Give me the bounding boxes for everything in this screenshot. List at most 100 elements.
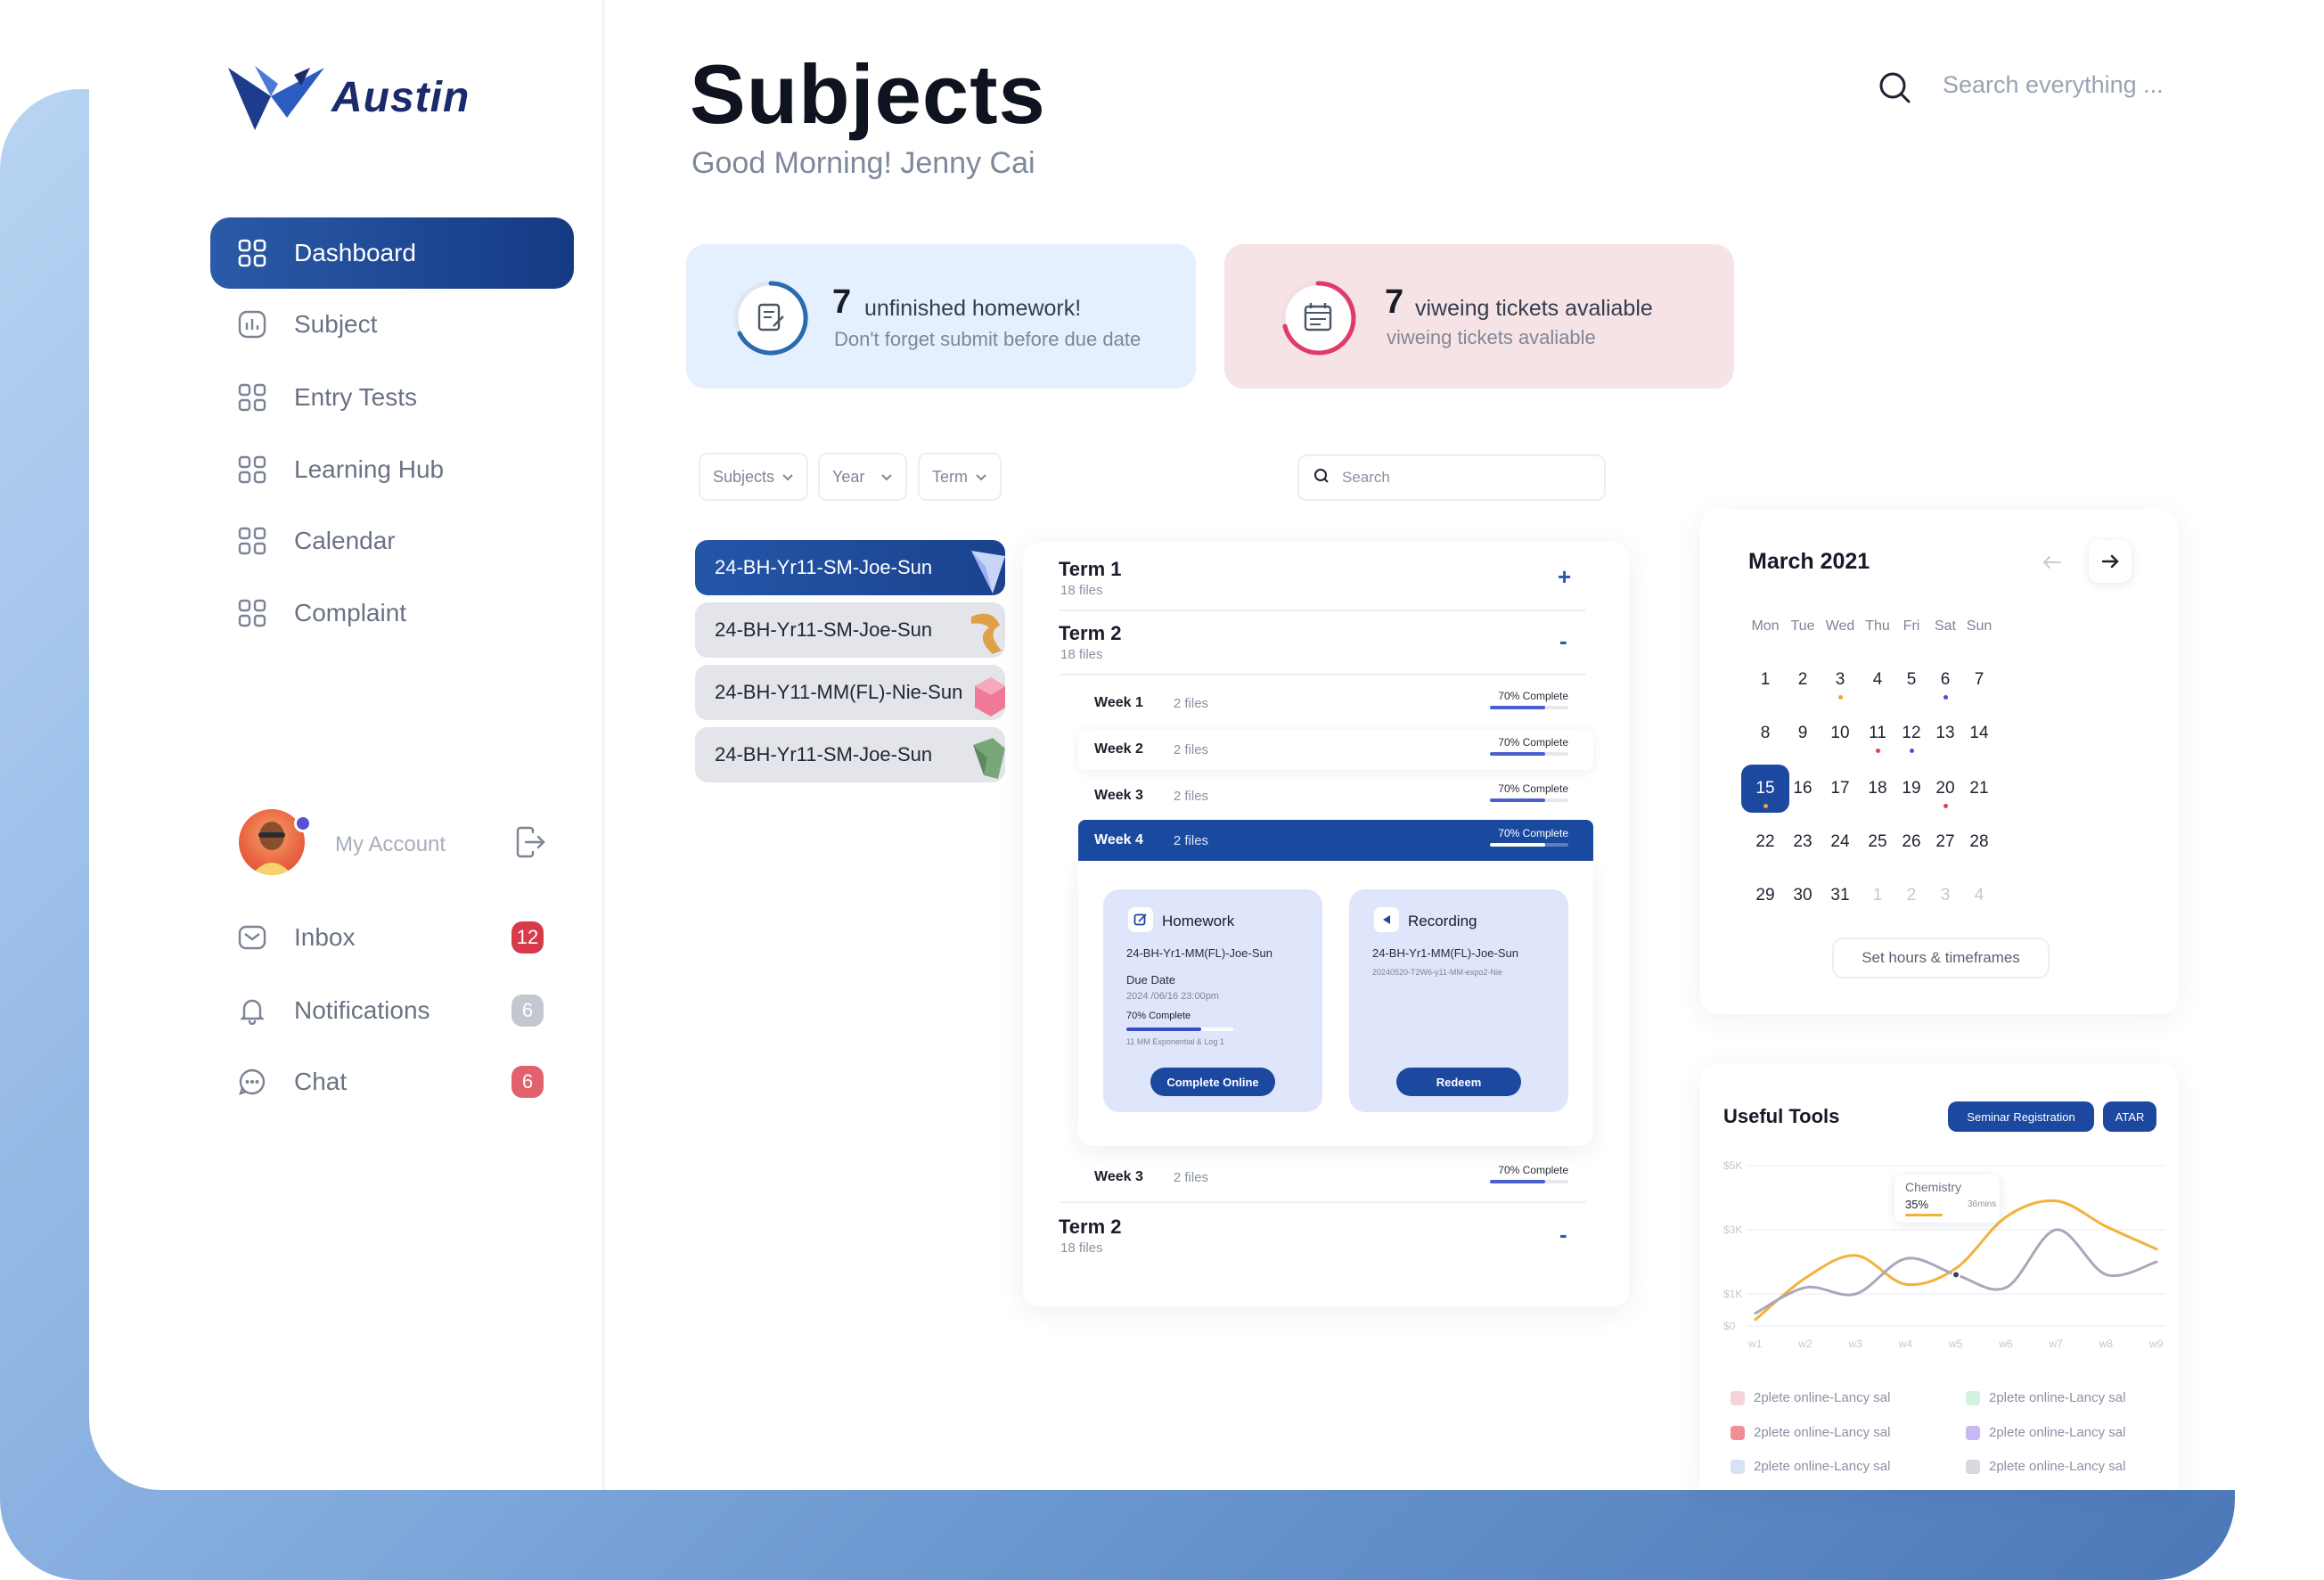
calendar-day[interactable]: 4: [1955, 872, 2003, 920]
x-tick-label: w2: [1797, 1338, 1813, 1350]
x-tick-label: w7: [2049, 1338, 2064, 1350]
sidebar-item-entry-tests[interactable]: Entry Tests: [210, 362, 574, 433]
legend-label: 2plete online-Lancy sal: [1754, 1425, 1891, 1440]
week-row[interactable]: Week 2 2 files 70% Complete: [1078, 729, 1593, 770]
legend-item: 2plete online-Lancy sal: [1966, 1459, 2125, 1474]
calendar-day[interactable]: 14: [1955, 709, 2003, 757]
set-hours-button[interactable]: Set hours & timeframes: [1832, 937, 2050, 978]
subjects-filter-label: Subjects: [713, 467, 775, 486]
x-tick-label: w5: [1948, 1338, 1963, 1350]
chart-icon: [237, 309, 267, 340]
legend-item: 2plete online-Lancy sal: [1966, 1425, 2125, 1440]
sidebar-item-calendar[interactable]: Calendar: [210, 505, 574, 577]
calendar-day[interactable]: 21: [1955, 765, 2003, 813]
next-month-arrow-icon: [2101, 554, 2119, 569]
chat-bubble-icon: [237, 1067, 267, 1097]
tickets-headline: viweing tickets avaliable: [1415, 296, 1653, 321]
legend-item: 2plete online-Lancy sal: [1731, 1459, 1890, 1474]
homework-headline: unfinished homework!: [864, 296, 1082, 321]
term-files: 18 files: [1060, 1240, 1103, 1256]
term-title[interactable]: Term 2: [1059, 1216, 1122, 1239]
next-month-button[interactable]: [2089, 540, 2132, 583]
chevron-down-icon: [880, 468, 893, 487]
edit-icon: [1128, 907, 1153, 932]
week-row[interactable]: Week 3 2 files 70% Complete: [1078, 1157, 1593, 1198]
sidebar-item-inbox[interactable]: Inbox 12: [210, 902, 574, 973]
week-row[interactable]: Week 1 2 files 70% Complete: [1078, 683, 1593, 724]
week-progress-text: 70% Complete: [1498, 690, 1568, 702]
week-progress-bar: [1490, 798, 1568, 802]
seminar-registration-button[interactable]: Seminar Registration: [1948, 1101, 2094, 1132]
bell-icon: [237, 995, 267, 1026]
legend-swatch: [1731, 1425, 1745, 1440]
legend-label: 2plete online-Lancy sal: [1989, 1459, 2126, 1474]
week-files: 2 files: [1173, 1169, 1209, 1185]
sidebar-item-dashboard[interactable]: Dashboard: [210, 217, 574, 289]
prev-month-arrow-icon[interactable]: [2039, 549, 2066, 580]
class-item[interactable]: 24-BH-Yr11-SM-Joe-Sun: [695, 540, 1005, 595]
expand-term-button[interactable]: +: [1558, 563, 1571, 591]
weekday-label: Thu: [1865, 618, 1890, 634]
term-title[interactable]: Term 2: [1059, 622, 1122, 645]
divider: [1059, 1201, 1586, 1203]
sidebar-item-notifications[interactable]: Notifications 6: [210, 975, 574, 1046]
sidebar-item-subject[interactable]: Subject: [210, 289, 574, 360]
inbox-count-badge: 12: [511, 921, 544, 954]
week-progress-bar: [1490, 706, 1568, 709]
y-tick-label: $1K: [1723, 1288, 1742, 1300]
homework-stat-card[interactable]: 7 unfinished homework! Don't forget subm…: [686, 244, 1196, 389]
subjects-filter-dropdown[interactable]: Subjects: [699, 453, 809, 501]
week-row[interactable]: Week 3 2 files 70% Complete: [1078, 775, 1593, 816]
tickets-count: 7: [1385, 283, 1404, 321]
greeting-text: Good Morning! Jenny Cai: [691, 146, 1035, 180]
sidebar-item-learning-hub[interactable]: Learning Hub: [210, 434, 574, 505]
weekday-label: Wed: [1825, 618, 1855, 634]
year-filter-dropdown[interactable]: Year: [818, 453, 908, 501]
my-account-label[interactable]: My Account: [335, 832, 446, 857]
class-item[interactable]: 24-BH-Yr11-SM-Joe-Sun: [695, 727, 1005, 782]
global-search-input[interactable]: Search everything ...: [1943, 71, 2164, 99]
grid-icon: [237, 526, 267, 556]
due-date-value: 2024 /06/16 23:00pm: [1126, 991, 1219, 1002]
sidebar-item-complaint[interactable]: Complaint: [210, 577, 574, 649]
homework-title: Homework: [1162, 913, 1235, 929]
sidebar-item-chat[interactable]: Chat 6: [210, 1046, 574, 1117]
redeem-button[interactable]: Redeem: [1396, 1068, 1521, 1096]
term-files: 18 files: [1060, 583, 1103, 598]
complete-online-button[interactable]: Complete Online: [1150, 1068, 1275, 1096]
divider: [1059, 674, 1586, 675]
recording-course: 24-BH-Yr1-MM(FL)-Joe-Sun: [1372, 946, 1518, 960]
y-tick-label: $3K: [1723, 1224, 1742, 1236]
shape-icon: [973, 738, 1005, 779]
collapse-term-button[interactable]: -: [1559, 1221, 1567, 1248]
homework-card[interactable]: Homework 24-BH-Yr1-MM(FL)-Joe-Sun Due Da…: [1103, 889, 1322, 1112]
calendar-day[interactable]: 7: [1955, 656, 2003, 704]
week-progress-bar: [1490, 1180, 1568, 1183]
x-tick-label: w3: [1848, 1338, 1863, 1350]
legend-swatch: [1966, 1459, 1980, 1474]
class-item[interactable]: 24-BH-Y11-MM(FL)-Nie-Sun: [695, 665, 1005, 720]
tickets-subtext: viweing tickets avaliable: [1387, 326, 1596, 348]
x-tick-label: w8: [2099, 1338, 2114, 1350]
event-dot: [1943, 804, 1948, 808]
x-tick-label: w4: [1898, 1338, 1913, 1350]
class-item-label: 24-BH-Y11-MM(FL)-Nie-Sun: [715, 681, 963, 703]
logout-icon[interactable]: [513, 825, 547, 864]
divider: [1059, 610, 1586, 611]
week-row-active[interactable]: Week 4 2 files 70% Complete: [1078, 820, 1593, 861]
legend-item: 2plete online-Lancy sal: [1966, 1390, 2125, 1405]
recording-card[interactable]: Recording 24-BH-Yr1-MM(FL)-Joe-Sun 20240…: [1349, 889, 1568, 1112]
search-icon[interactable]: [1877, 70, 1912, 110]
term-title[interactable]: Term 1: [1059, 558, 1122, 581]
collapse-term-button[interactable]: -: [1559, 627, 1567, 655]
legend-label: 2plete online-Lancy sal: [1989, 1390, 2126, 1405]
calendar-day[interactable]: 28: [1955, 818, 2003, 866]
homework-progress-ring-icon: [732, 280, 809, 361]
subject-search-input[interactable]: Search: [1297, 454, 1606, 501]
class-item[interactable]: 24-BH-Yr11-SM-Joe-Sun: [695, 602, 1005, 658]
atar-button[interactable]: ATAR: [2103, 1101, 2156, 1132]
online-status-dot: [294, 815, 312, 832]
tickets-stat-card[interactable]: 7 viweing tickets avaliable viweing tick…: [1224, 244, 1734, 389]
week-files: 2 files: [1173, 788, 1209, 804]
term-filter-dropdown[interactable]: Term: [918, 453, 1002, 501]
